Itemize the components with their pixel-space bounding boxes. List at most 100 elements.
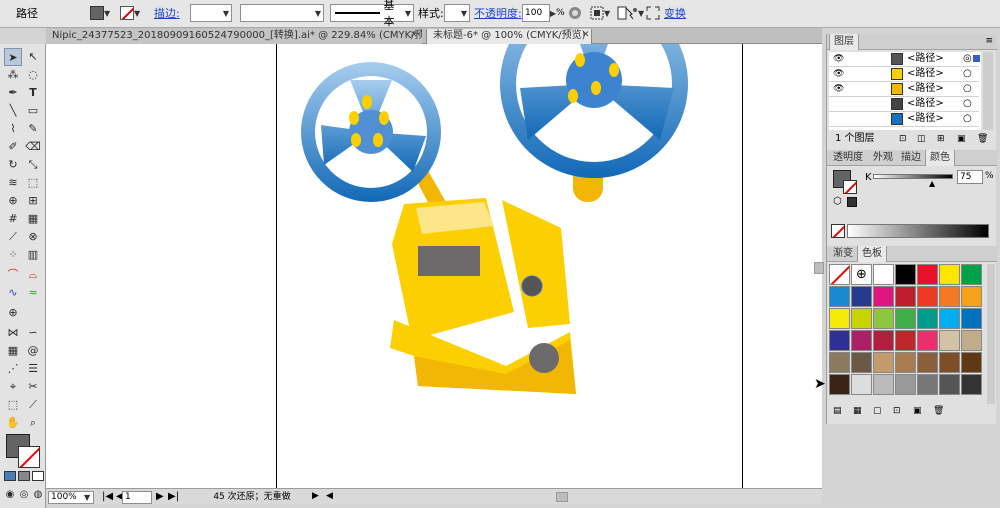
zoom-dropdown-icon[interactable]: ▼ [84, 493, 90, 502]
swatch-registration-icon[interactable]: ⊕ [851, 264, 872, 285]
color-swatch[interactable] [961, 286, 982, 307]
stroke-color-box[interactable] [18, 446, 40, 468]
visibility-eye-icon[interactable]: 👁 [833, 52, 844, 66]
color-swatch[interactable] [939, 374, 960, 395]
target-circle-icon[interactable]: ◎ [963, 52, 972, 66]
arc-tool-icon[interactable]: ⌓ [24, 266, 42, 284]
draw-behind-icon[interactable]: ◎ [18, 486, 30, 504]
status-info-text[interactable]: 45 次还原；无重做 [182, 491, 322, 504]
fill-dropdown-icon[interactable]: ▼ [104, 9, 110, 18]
style-dropdown[interactable]: ▼ [444, 4, 470, 22]
first-artboard-icon[interactable]: |◀ [102, 491, 113, 502]
color-swatch[interactable] [895, 374, 916, 395]
lens-button[interactable] [521, 275, 543, 297]
color-swatch[interactable] [873, 374, 894, 395]
selection-tool-icon[interactable]: ➤ [4, 48, 22, 66]
base-button[interactable] [529, 343, 559, 373]
color-swatch[interactable] [829, 286, 850, 307]
color-swatch[interactable] [917, 264, 938, 285]
knife-tool-icon[interactable]: ⟋ [24, 396, 42, 414]
new-layer-icon[interactable]: ▣ [957, 132, 966, 146]
color-swatch[interactable] [895, 308, 916, 329]
swatches-scrollbar[interactable] [987, 264, 995, 404]
blob-brush-tool-icon[interactable]: ✐ [4, 138, 22, 156]
slice-tool-icon[interactable]: ⌖ [4, 378, 22, 396]
color-swatch[interactable] [917, 286, 938, 307]
color-swatch[interactable] [873, 286, 894, 307]
color-swatch[interactable] [829, 374, 850, 395]
color-swatch[interactable] [895, 352, 916, 373]
tab-nipic-document[interactable]: Nipic_24377523_20180909160524790000_[转换]… [46, 29, 422, 44]
layer-row[interactable]: 👁 <路径> ○ [829, 82, 979, 97]
color-swatch[interactable] [961, 308, 982, 329]
color-swatch[interactable] [939, 286, 960, 307]
scissors-tool-icon[interactable]: ✂ [24, 378, 42, 396]
projector-artwork[interactable] [276, 44, 743, 488]
color-swatch[interactable] [939, 352, 960, 373]
tab-stroke[interactable]: 描边 [897, 150, 925, 166]
variable-width-field[interactable]: ▼ [240, 4, 324, 22]
layer-row[interactable]: <路径> ○ [829, 97, 979, 112]
zoom-tool-icon[interactable]: ⌕ [24, 414, 42, 432]
tab-close-icon[interactable]: ✕ [582, 30, 590, 40]
target-circle-icon[interactable]: ○ [963, 112, 972, 126]
scale-tool-icon[interactable]: ⤡ [24, 156, 42, 174]
vertical-scroll-thumb[interactable] [814, 262, 824, 274]
color-swatch[interactable] [939, 264, 960, 285]
out-of-gamut-icon[interactable]: ⬡ [833, 196, 842, 207]
new-swatch-icon[interactable]: ▣ [913, 406, 922, 416]
envelope-tool-icon[interactable]: ⋈ [4, 324, 22, 342]
lasso-tool-icon[interactable]: ◌ [24, 66, 42, 84]
symbol-sprayer-tool-icon[interactable]: ⁘ [4, 246, 22, 264]
k-slider-handle[interactable]: ▲ [929, 179, 935, 188]
color-swatch[interactable] [873, 352, 894, 373]
tab-swatches[interactable]: 色板 [857, 246, 887, 262]
fill-swatch[interactable] [90, 6, 104, 20]
spiral-tool-icon[interactable]: ∿ [4, 284, 22, 302]
wave-tool-icon[interactable]: ∽ [24, 324, 42, 342]
gradient-mode-icon[interactable] [18, 471, 30, 481]
last-artboard-icon[interactable]: ▶| [168, 491, 179, 502]
new-color-group-icon[interactable]: ⊡ [893, 406, 901, 416]
select-similar-icon[interactable]: ▼ [624, 4, 646, 22]
new-sublayer-icon[interactable]: ⊞ [937, 132, 945, 146]
color-swatch[interactable] [917, 308, 938, 329]
color-swatch[interactable] [829, 308, 850, 329]
color-swatch[interactable] [917, 374, 938, 395]
color-swatch[interactable] [895, 264, 916, 285]
clipping-mask-icon[interactable]: ◫ [917, 132, 926, 146]
color-swatch[interactable] [895, 286, 916, 307]
warp-tool-icon[interactable]: ≋ [4, 174, 22, 192]
delete-layer-icon[interactable]: 🗑 [977, 132, 988, 146]
k-slider-track[interactable] [873, 174, 953, 179]
layer-row[interactable]: 👁 <路径> ◎ [829, 52, 980, 67]
color-swatch[interactable] [829, 330, 850, 351]
swatch-library-icon[interactable]: ▤ [833, 406, 842, 416]
color-stroke-swatch[interactable] [843, 180, 857, 194]
recolor-icon[interactable] [568, 4, 582, 22]
color-swatch[interactable] [917, 330, 938, 351]
status-menu-arrow-icon[interactable]: ▶ [312, 491, 319, 501]
rotate-tool-icon[interactable]: ↻ [4, 156, 22, 174]
color-swatch[interactable] [961, 352, 982, 373]
locate-object-icon[interactable]: ⊡ [899, 132, 907, 146]
none-color-swatch[interactable] [831, 224, 845, 238]
magic-wand-tool-icon[interactable]: ⁂ [4, 66, 22, 84]
artboard-tool-icon[interactable]: ⬚ [4, 396, 22, 414]
smooth-tool-icon[interactable]: ≈ [24, 284, 42, 302]
opacity-input[interactable]: 100 [522, 4, 550, 22]
color-swatch[interactable] [851, 308, 872, 329]
projector-window[interactable] [418, 246, 480, 276]
color-swatch[interactable] [939, 308, 960, 329]
scroll-left-icon[interactable]: ◀ [326, 491, 333, 501]
tab-gradient[interactable]: 渐变 [829, 246, 857, 262]
target-circle-icon[interactable]: ○ [963, 82, 972, 96]
mesh-tool-icon[interactable]: # [4, 210, 22, 228]
color-swatch[interactable] [851, 374, 872, 395]
color-swatch[interactable] [873, 330, 894, 351]
stroke-none-swatch[interactable] [120, 6, 134, 20]
horizontal-scroll-thumb[interactable] [556, 492, 568, 502]
color-swatch[interactable] [917, 352, 938, 373]
show-swatch-kinds-icon[interactable]: ▦ [853, 406, 862, 416]
stroke-label[interactable]: 描边: [154, 4, 180, 22]
